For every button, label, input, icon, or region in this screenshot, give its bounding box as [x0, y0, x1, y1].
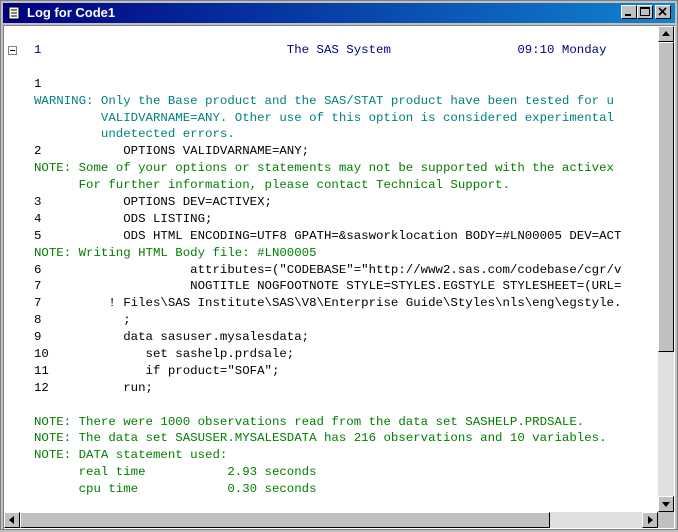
log-window: Log for Code1 1 The SAS System 09:10 Mon… — [0, 0, 678, 530]
close-icon — [658, 7, 667, 16]
scroll-up-button[interactable] — [658, 26, 674, 42]
close-button[interactable] — [655, 5, 671, 19]
log-line-code: 2 OPTIONS VALIDVARNAME=ANY; — [34, 144, 310, 159]
minimize-button[interactable] — [621, 5, 637, 19]
log-line-code: 11 if product="SOFA"; — [34, 363, 280, 378]
scroll-down-button[interactable] — [658, 496, 674, 512]
log-line-code: 7 ! Files\SAS Institute\SAS\V8\Enterpris… — [34, 296, 622, 311]
log-line-warn: VALIDVARNAME=ANY. Other use of this opti… — [34, 110, 614, 125]
vertical-scrollbar[interactable] — [658, 26, 674, 512]
log-line-code: 10 set sashelp.prdsale; — [34, 347, 295, 362]
outline-gutter — [4, 26, 32, 512]
scroll-left-button[interactable] — [4, 512, 20, 528]
arrow-left-icon — [9, 516, 14, 524]
log-line-code: 5 ODS HTML ENCODING=UTF8 GPATH=&sasworkl… — [34, 228, 622, 243]
collapse-toggle[interactable] — [8, 46, 17, 55]
log-line-code: 3 OPTIONS DEV=ACTIVEX; — [34, 195, 272, 210]
log-line-code: 8 ; — [34, 313, 131, 328]
horizontal-scroll-thumb[interactable] — [20, 512, 550, 528]
log-content[interactable]: 1 The SAS System 09:10 Monday 1 WARNING: O… — [34, 42, 658, 512]
arrow-down-icon — [662, 502, 670, 507]
log-line-code: 9 data sasuser.mysalesdata; — [34, 330, 310, 345]
log-line-note: NOTE: There were 1000 observations read … — [34, 414, 585, 429]
log-line-warn: undetected errors. — [34, 127, 235, 142]
scroll-right-button[interactable] — [642, 512, 658, 528]
log-line-note: For further information, please contact … — [34, 178, 510, 193]
arrow-up-icon — [662, 31, 670, 36]
arrow-right-icon — [648, 516, 653, 524]
log-line-code: 4 ODS LISTING; — [34, 211, 213, 226]
log-line-code: 12 run; — [34, 380, 153, 395]
vertical-scroll-thumb[interactable] — [658, 42, 674, 352]
log-line-code — [34, 397, 658, 414]
log-line-code: 7 NOGTITLE NOGFOOTNOTE STYLE=STYLES.EGST… — [34, 279, 622, 294]
log-pane[interactable]: 1 The SAS System 09:10 Monday 1 WARNING: O… — [3, 25, 675, 529]
log-line-note: cpu time 0.30 seconds — [34, 482, 317, 497]
log-line-code: 6 attributes=("CODEBASE"="http://www2.sa… — [34, 262, 622, 277]
log-line-code — [34, 59, 658, 76]
log-line-code: 1 — [34, 76, 42, 91]
scrollbar-corner — [658, 512, 674, 528]
log-line-note: NOTE: Some of your options or statements… — [34, 161, 614, 176]
document-icon — [8, 6, 20, 20]
log-line-note: NOTE: DATA statement used: — [34, 448, 228, 463]
maximize-icon — [640, 7, 650, 16]
log-line-note: NOTE: Writing HTML Body file: #LN00005 — [34, 245, 317, 260]
window-title: Log for Code1 — [27, 5, 116, 20]
log-line-warn: WARNING: Only the Base product and the S… — [34, 93, 614, 108]
log-line-note: NOTE: The data set SASUSER.MYSALESDATA h… — [34, 431, 607, 446]
minimize-icon — [625, 14, 631, 16]
horizontal-scrollbar[interactable] — [4, 512, 658, 528]
log-line-header: 1 The SAS System 09:10 Monday — [34, 43, 607, 57]
maximize-button[interactable] — [637, 5, 653, 19]
log-line-note: real time 2.93 seconds — [34, 465, 317, 480]
title-bar[interactable]: Log for Code1 — [3, 3, 675, 23]
